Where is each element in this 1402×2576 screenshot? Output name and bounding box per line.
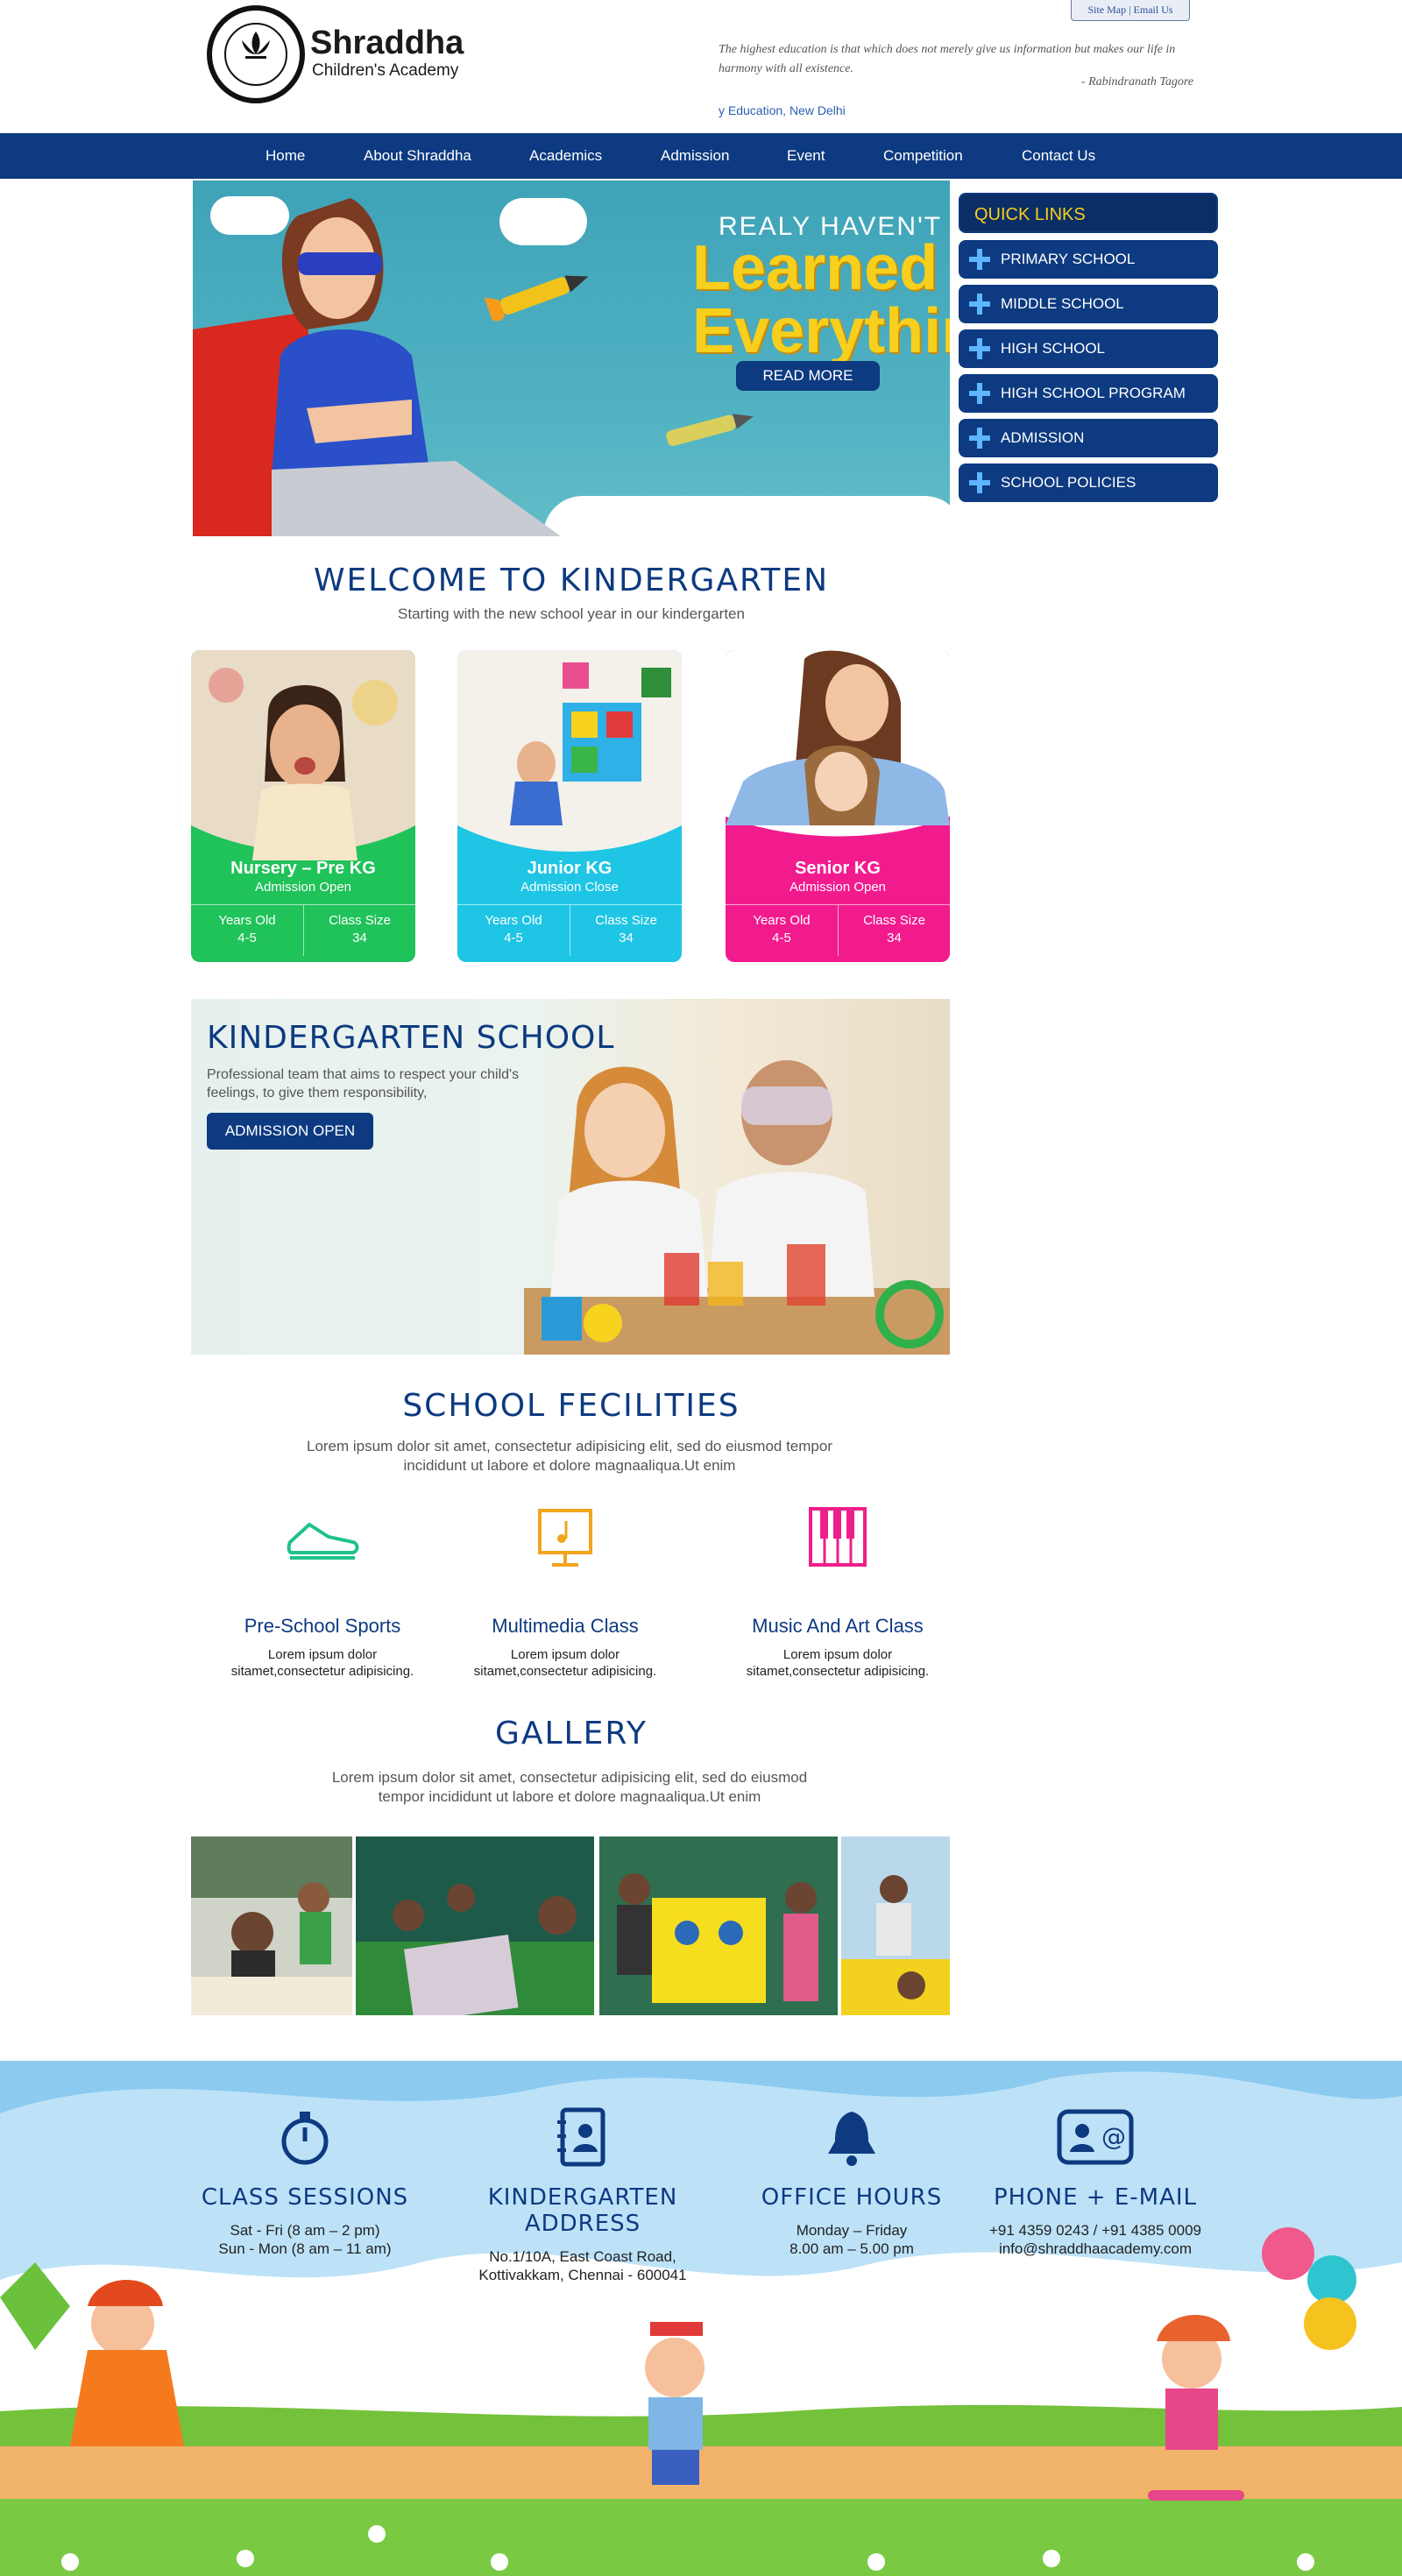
gallery-strip: [191, 1836, 950, 2015]
admission-open-button[interactable]: ADMISSION OPEN: [207, 1113, 373, 1150]
plus-icon: [969, 472, 990, 493]
plus-icon: [969, 383, 990, 404]
plus-icon: [969, 338, 990, 359]
bell-icon: [828, 2112, 875, 2166]
quote-author: - Rabindranath Tagore: [1080, 75, 1193, 88]
nav-academics[interactable]: Academics: [529, 133, 602, 179]
child-photo: [457, 650, 682, 852]
hero-banner: REALY HAVEN'T Learned Everythink READ MO…: [193, 180, 950, 536]
admission-status: Admission Open: [254, 880, 352, 895]
promo-title: KINDERGARTEN SCHOOL: [207, 1020, 615, 1056]
address-book-icon: [557, 2107, 605, 2167]
main-navigation: Home About Shraddha Academics Admission …: [0, 133, 1402, 179]
quick-link-high-school[interactable]: HIGH SCHOOL: [959, 329, 1218, 368]
gallery-photo[interactable]: [191, 1836, 352, 2015]
class-title: Junior KG: [527, 859, 612, 878]
plus-icon: [969, 249, 990, 270]
admission-status: Admission Close: [520, 880, 619, 895]
lotus-icon: [242, 32, 270, 59]
class-card-junior-kg[interactable]: Junior KG Admission Close Years Old 4-5 C…: [457, 650, 682, 962]
quick-link-admission[interactable]: ADMISSION: [959, 419, 1218, 457]
header-quote: The highest education is that which does…: [719, 43, 1176, 75]
gallery-photo[interactable]: [356, 1836, 594, 2015]
nav-home[interactable]: Home: [266, 133, 305, 179]
monitor-music-icon: [538, 1509, 592, 1567]
boy-with-books-illustration: [645, 2322, 705, 2485]
cloud: [543, 496, 950, 536]
teacher-child-photo: [726, 650, 950, 837]
footer-address: KINDERGARTEN ADDRESS No.1/10A, East Coas…: [447, 2106, 719, 2284]
child-photo: [191, 650, 415, 860]
age-stat: Years Old 4-5: [485, 913, 542, 945]
gallery-subtitle: Lorem ipsum dolor sit amet, consectetur …: [331, 1769, 808, 1805]
admission-status: Admission Open: [789, 880, 887, 895]
shoe-icon: [287, 1522, 359, 1560]
hero-headline: Learned Everythink: [692, 233, 950, 366]
facilities-title: SCHOOL FECILITIES: [402, 1388, 740, 1424]
news-marquee[interactable]: y Education, New Delhi: [719, 103, 846, 117]
superhero-girl-illustration: [193, 198, 561, 536]
class-size-stat: Class Size 34: [303, 905, 415, 956]
quick-links-title: QUICK LINKS: [959, 193, 1218, 233]
site-map-link[interactable]: Site Map: [1087, 4, 1126, 16]
footer-contact: @ PHONE + E-MAIL +91 4359 0243 / +91 438…: [964, 2106, 1227, 2258]
age-stat: Years Old 4-5: [753, 913, 811, 945]
class-card-senior-kg[interactable]: Senior KG Admission Open Years Old 4-5 Cl…: [726, 650, 950, 962]
footer-class-sessions: CLASS SESSIONS Sat - Fri (8 am – 2 pm) Su…: [191, 2106, 419, 2258]
read-more-button[interactable]: READ MORE: [736, 361, 880, 391]
quick-link-middle-school[interactable]: MIDDLE SCHOOL: [959, 285, 1218, 323]
class-card-nursery[interactable]: Nursery – Pre KG Admission Open Years Ol…: [191, 650, 415, 962]
class-title: Senior KG: [795, 859, 881, 878]
brand-subtitle: Children's Academy: [312, 61, 459, 80]
welcome-subtitle: Starting with the new school year in our…: [398, 605, 745, 622]
gallery-photo[interactable]: [841, 1836, 950, 2015]
age-stat: Years Old 4-5: [218, 913, 276, 945]
quick-link-primary-school[interactable]: PRIMARY SCHOOL: [959, 240, 1218, 279]
promo-text: Professional team that aims to respect y…: [207, 1067, 520, 1100]
facility-sports[interactable]: Pre-School Sports Lorem ipsum dolor sita…: [217, 1507, 428, 1680]
svg-text:@: @: [1101, 2122, 1126, 2151]
email-link[interactable]: info@shraddhaacademy.com: [964, 2240, 1227, 2258]
kindergarten-school-banner: KINDERGARTEN SCHOOL Professional team th…: [191, 999, 950, 1355]
header: Shraddha Children's Academy Site Map | E…: [0, 0, 1402, 133]
footer-office-hours: OFFICE HOURS Monday – Friday 8.00 am – 5.…: [755, 2106, 948, 2258]
welcome-title: WELCOME TO KINDERGARTEN: [313, 563, 830, 598]
facility-multimedia[interactable]: Multimedia Class Lorem ipsum dolor sitam…: [460, 1507, 670, 1680]
quick-link-high-school-program[interactable]: HIGH SCHOOL PROGRAM: [959, 374, 1218, 413]
facilities-subtitle: Lorem ipsum dolor sit amet, consectetur …: [306, 1438, 832, 1474]
phone-numbers: +91 4359 0243 / +91 4385 0009: [988, 2222, 1201, 2239]
plus-icon: [969, 294, 990, 315]
class-title: Nursery – Pre KG: [230, 859, 376, 878]
nav-admission[interactable]: Admission: [661, 133, 729, 179]
brand-name: Shraddha: [310, 25, 464, 61]
nav-about[interactable]: About Shraddha: [364, 133, 471, 179]
school-logo[interactable]: [207, 5, 305, 103]
piano-icon: [809, 1507, 867, 1567]
nav-event[interactable]: Event: [787, 133, 825, 179]
plus-icon: [969, 428, 990, 449]
footer: CLASS SESSIONS Sat - Fri (8 am – 2 pm) Su…: [0, 2061, 1402, 2576]
contact-card-icon: @: [1057, 2109, 1134, 2165]
nav-competition[interactable]: Competition: [883, 133, 963, 179]
class-size-stat: Class Size 34: [570, 905, 682, 956]
stopwatch-icon: [281, 2112, 329, 2165]
facility-music-art[interactable]: Music And Art Class Lorem ipsum dolor si…: [733, 1507, 943, 1680]
class-size-stat: Class Size 34: [838, 905, 950, 956]
gallery-title: GALLERY: [494, 1716, 648, 1752]
quick-link-school-policies[interactable]: SCHOOL POLICIES: [959, 464, 1218, 502]
pencil-rocket-icon: [484, 275, 589, 321]
email-us-link[interactable]: Email Us: [1134, 4, 1173, 16]
gallery-photo[interactable]: [599, 1836, 838, 2015]
top-links: Site Map | Email Us: [1071, 0, 1190, 21]
nav-contact[interactable]: Contact Us: [1022, 133, 1095, 179]
pencil-rocket-icon: [666, 414, 754, 447]
